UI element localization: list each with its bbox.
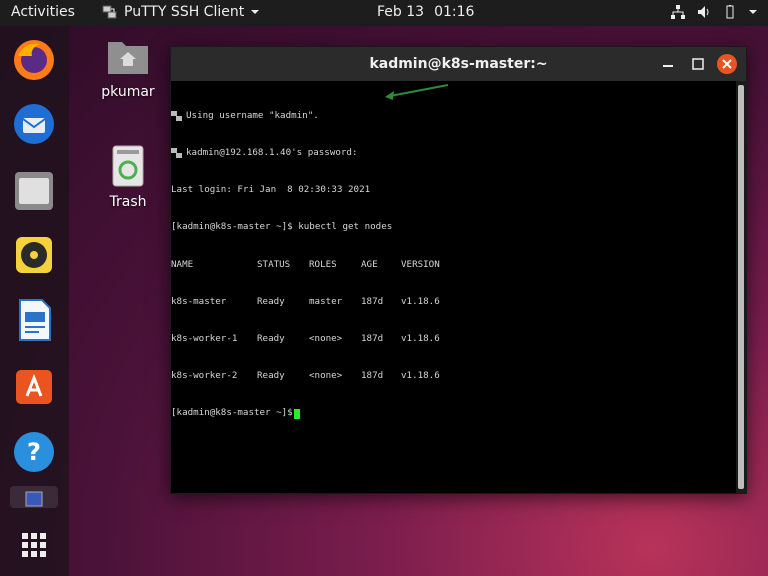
table-cell: Ready [257,333,309,345]
terminal-prompt-line: [kadmin@k8s-master ~]$ [171,407,736,419]
scrollbar-thumb[interactable] [738,85,744,489]
terminal-text: Using username "kadmin". [186,110,319,122]
table-cell: k8s-master [171,296,257,308]
table-header: NAME STATUS ROLES AGE VERSION [171,259,736,271]
app-menu[interactable]: PuTTY SSH Client [102,4,260,20]
table-cell: <none> [309,333,361,345]
terminal-line: Using username "kadmin". [171,110,736,122]
table-cell: 187d [361,370,401,382]
svg-text:?: ? [27,438,41,466]
terminal-text: kadmin@192.168.1.40's password: [186,147,357,159]
show-applications-icon[interactable] [10,521,58,569]
terminal-output[interactable]: Using username "kadmin". kadmin@192.168.… [171,81,736,493]
putty-icon[interactable] [10,486,58,508]
table-cell: 187d [361,333,401,345]
table-cell: v1.18.6 [401,370,440,382]
putty-window: kadmin@k8s-master:~ Using username "kadm… [170,46,747,494]
files-icon[interactable] [10,166,58,214]
clock[interactable]: Feb 13 01:16 [377,4,474,20]
table-cell: master [309,296,361,308]
desktop-trash[interactable]: Trash [104,144,152,210]
table-row: k8s-worker-2 Ready <none> 187d v1.18.6 [171,370,736,382]
firefox-icon[interactable] [10,36,58,84]
maximize-icon[interactable] [688,54,708,74]
annotation-arrow-icon [382,82,450,102]
battery-icon [722,4,738,20]
desktop-home-folder[interactable]: pkumar [100,36,156,100]
app-menu-label: PuTTY SSH Client [124,4,244,20]
column-header: STATUS [257,259,309,271]
desktop-icon-label: pkumar [100,84,156,100]
help-icon[interactable]: ? [10,428,58,476]
table-cell: v1.18.6 [401,333,440,345]
table-cell: k8s-worker-1 [171,333,257,345]
table-cell: <none> [309,370,361,382]
column-header: VERSION [401,259,440,271]
chevron-down-icon [250,8,260,16]
network-icon [670,4,686,20]
top-bar: Activities PuTTY SSH Client Feb 13 01:16 [0,0,768,26]
close-icon[interactable] [717,54,737,74]
terminal-line: [kadmin@k8s-master ~]$ kubectl get nodes [171,221,736,233]
activities-button[interactable]: Activities [11,4,75,20]
table-cell: 187d [361,296,401,308]
terminal-text: [kadmin@k8s-master ~]$ kubectl get nodes [171,221,392,233]
volume-icon [696,4,712,20]
minimize-icon[interactable] [658,54,678,74]
thunderbird-icon[interactable] [10,100,58,148]
table-row: k8s-master Ready master 187d v1.18.6 [171,296,736,308]
putty-small-icon [171,148,183,158]
column-header: AGE [361,259,401,271]
table-row: k8s-worker-1 Ready <none> 187d v1.18.6 [171,333,736,345]
terminal-line: Last login: Fri Jan 8 02:30:33 2021 [171,184,736,196]
power-menu-chevron-icon [748,8,758,16]
terminal-prompt: [kadmin@k8s-master ~]$ [171,407,293,419]
terminal-scrollbar[interactable] [736,81,746,493]
column-header: NAME [171,259,257,271]
system-tray[interactable] [670,4,758,20]
clock-date: Feb 13 [377,4,424,20]
table-cell: Ready [257,296,309,308]
window-titlebar[interactable]: kadmin@k8s-master:~ [171,47,746,81]
putty-icon [102,4,118,20]
table-cell: Ready [257,370,309,382]
libreoffice-writer-icon[interactable] [10,296,58,344]
software-center-icon[interactable] [10,362,58,410]
desktop-icon-label: Trash [104,194,152,210]
rhythmbox-icon[interactable] [10,231,58,279]
column-header: ROLES [309,259,361,271]
table-cell: v1.18.6 [401,296,440,308]
table-cell: k8s-worker-2 [171,370,257,382]
putty-small-icon [171,111,183,121]
terminal-text: Last login: Fri Jan 8 02:30:33 2021 [171,184,370,196]
clock-time: 01:16 [434,4,474,20]
terminal-cursor [294,409,300,419]
dock: ? [0,26,69,576]
home-folder-icon [104,36,152,78]
terminal-line: kadmin@192.168.1.40's password: [171,147,736,159]
trash-icon [108,144,148,188]
